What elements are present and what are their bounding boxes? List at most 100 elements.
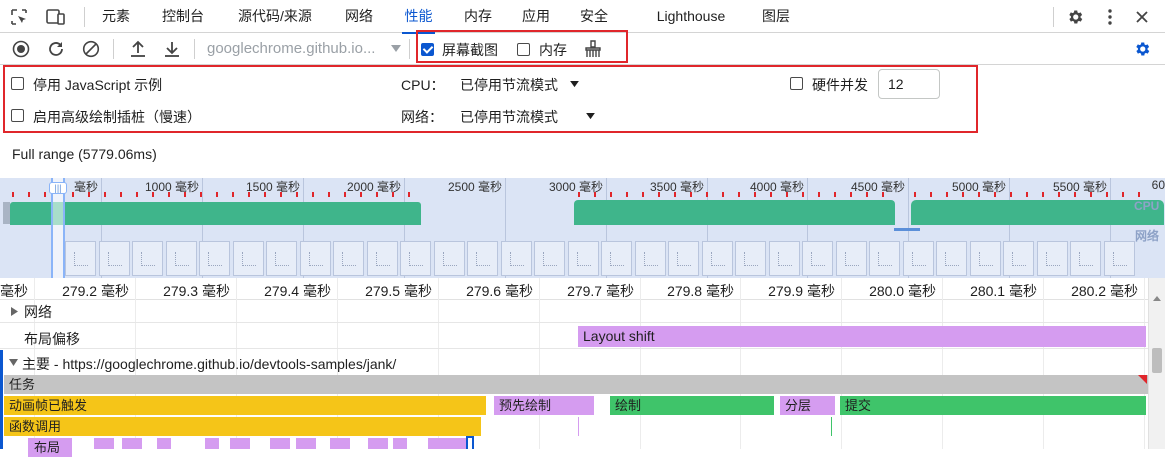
screenshot-thumbnail[interactable]: [166, 241, 197, 276]
paint-event[interactable]: 绘制: [610, 396, 774, 415]
long-task-warning-marker: [1138, 375, 1147, 384]
network-track-title: 网络: [24, 304, 52, 320]
network-track[interactable]: [0, 301, 1148, 323]
network-request-bar: [894, 228, 920, 231]
layout-event-small[interactable]: [157, 438, 171, 449]
layerize-event[interactable]: 分层: [780, 396, 835, 415]
tab-layers[interactable]: 图层: [760, 0, 792, 33]
more-options-icon[interactable]: [1100, 6, 1120, 28]
screenshot-thumbnail[interactable]: [903, 241, 934, 276]
screenshot-thumbnail[interactable]: [936, 241, 967, 276]
screenshot-thumbnail[interactable]: [1104, 241, 1135, 276]
screenshot-thumbnail[interactable]: [635, 241, 666, 276]
screenshot-thumbnail[interactable]: [99, 241, 130, 276]
tab-sources[interactable]: 源代码/来源: [233, 0, 317, 33]
selection-drag-handle[interactable]: |||: [49, 182, 67, 194]
device-toolbar-icon[interactable]: [44, 6, 68, 28]
reload-record-icon[interactable]: [45, 38, 67, 60]
screenshot-thumbnail[interactable]: [802, 241, 833, 276]
tiny-painting-event: [831, 417, 832, 436]
task-event[interactable]: 任务: [4, 375, 1148, 394]
layout-event-small[interactable]: [448, 438, 468, 449]
highlight-box-screenshots: [416, 30, 628, 63]
layout-event-small[interactable]: [393, 438, 407, 449]
screenshot-thumbnail[interactable]: [65, 241, 96, 276]
ruler-label: 279.2 毫秒: [62, 283, 129, 299]
ruler-label: 279.5 毫秒: [365, 283, 432, 299]
screenshot-thumbnail[interactable]: [1003, 241, 1034, 276]
layout-event-small[interactable]: [94, 438, 114, 449]
screenshot-thumbnail[interactable]: [400, 241, 431, 276]
tab-console[interactable]: 控制台: [160, 0, 206, 33]
ruler-label: 280.0 毫秒: [869, 283, 936, 299]
screenshot-thumbnail[interactable]: [601, 241, 632, 276]
screenshot-thumbnail[interactable]: [367, 241, 398, 276]
tiny-rendering-event: [578, 417, 579, 436]
chevron-down-icon[interactable]: [389, 41, 403, 57]
recording-url-select[interactable]: googlechrome.github.io...: [207, 40, 375, 57]
animation-frame-fired-event[interactable]: 动画帧已触发: [4, 396, 486, 415]
toolbar-separator: [409, 39, 410, 59]
layout-event-small[interactable]: [428, 438, 448, 449]
layout-event-small[interactable]: [296, 438, 316, 449]
screenshot-thumbnail[interactable]: [534, 241, 565, 276]
scroll-up-arrow-icon[interactable]: [1152, 294, 1162, 302]
layout-event-small[interactable]: [270, 438, 290, 449]
screenshot-thumbnail[interactable]: [132, 241, 163, 276]
screenshot-thumbnail[interactable]: [501, 241, 532, 276]
collapse-triangle-icon[interactable]: [7, 356, 19, 368]
function-call-event[interactable]: 函数调用: [4, 417, 481, 436]
tab-lighthouse[interactable]: Lighthouse: [650, 0, 732, 33]
record-icon[interactable]: [10, 38, 32, 60]
screenshot-thumbnail[interactable]: [769, 241, 800, 276]
tab-network[interactable]: 网络: [343, 0, 375, 33]
screenshot-thumbnail[interactable]: [199, 241, 230, 276]
layout-event[interactable]: 布局: [28, 438, 72, 457]
tab-elements[interactable]: 元素: [100, 0, 132, 33]
expand-triangle-icon[interactable]: [8, 305, 20, 317]
timeline-scrollbar[interactable]: [1148, 278, 1165, 449]
commit-event[interactable]: 提交: [840, 396, 1146, 415]
inspect-element-icon[interactable]: [8, 6, 30, 28]
cpu-lane-label: CPU: [1134, 199, 1160, 213]
settings-gear-icon[interactable]: [1064, 6, 1086, 28]
screenshot-thumbnail[interactable]: [1037, 241, 1068, 276]
screenshot-thumbnail[interactable]: [836, 241, 867, 276]
screenshot-thumbnail[interactable]: [702, 241, 733, 276]
capture-settings-gear-icon[interactable]: [1131, 38, 1153, 60]
selected-event-outline: [466, 436, 474, 449]
screenshot-thumbnail[interactable]: [333, 241, 364, 276]
screenshot-thumbnail[interactable]: [970, 241, 1001, 276]
screenshot-thumbnail[interactable]: [869, 241, 900, 276]
scrollbar-thumb[interactable]: [1152, 348, 1162, 373]
screenshot-thumbnail[interactable]: [1070, 241, 1101, 276]
cpu-activity-segment: [574, 200, 895, 225]
screenshot-thumbnail[interactable]: [434, 241, 465, 276]
tab-separator: [1053, 7, 1054, 27]
screenshot-thumbnail[interactable]: [668, 241, 699, 276]
pre-paint-event[interactable]: 预先绘制: [494, 396, 594, 415]
screenshot-thumbnail[interactable]: [266, 241, 297, 276]
network-lane-label: 网络: [1135, 229, 1160, 243]
screenshot-thumbnail[interactable]: [467, 241, 498, 276]
tab-performance[interactable]: 性能: [402, 0, 435, 34]
ruler-label: 279.3 毫秒: [163, 283, 230, 299]
layout-shift-event[interactable]: Layout shift: [578, 326, 1146, 347]
layout-event-small[interactable]: [122, 438, 142, 449]
cpu-activity-idle: [3, 202, 10, 224]
tab-memory[interactable]: 内存: [462, 0, 494, 33]
layout-event-small[interactable]: [330, 438, 350, 449]
layout-event-small[interactable]: [368, 438, 388, 449]
screenshot-thumbnail[interactable]: [233, 241, 264, 276]
clear-icon[interactable]: [80, 38, 102, 60]
close-icon[interactable]: [1132, 6, 1152, 28]
layout-event-small[interactable]: [230, 438, 250, 449]
screenshot-thumbnail[interactable]: [300, 241, 331, 276]
download-icon[interactable]: [161, 38, 183, 60]
tab-application[interactable]: 应用: [520, 0, 552, 33]
upload-icon[interactable]: [127, 38, 149, 60]
screenshot-thumbnail[interactable]: [735, 241, 766, 276]
screenshot-thumbnail[interactable]: [568, 241, 599, 276]
tab-security[interactable]: 安全: [578, 0, 610, 33]
layout-event-small[interactable]: [205, 438, 219, 449]
